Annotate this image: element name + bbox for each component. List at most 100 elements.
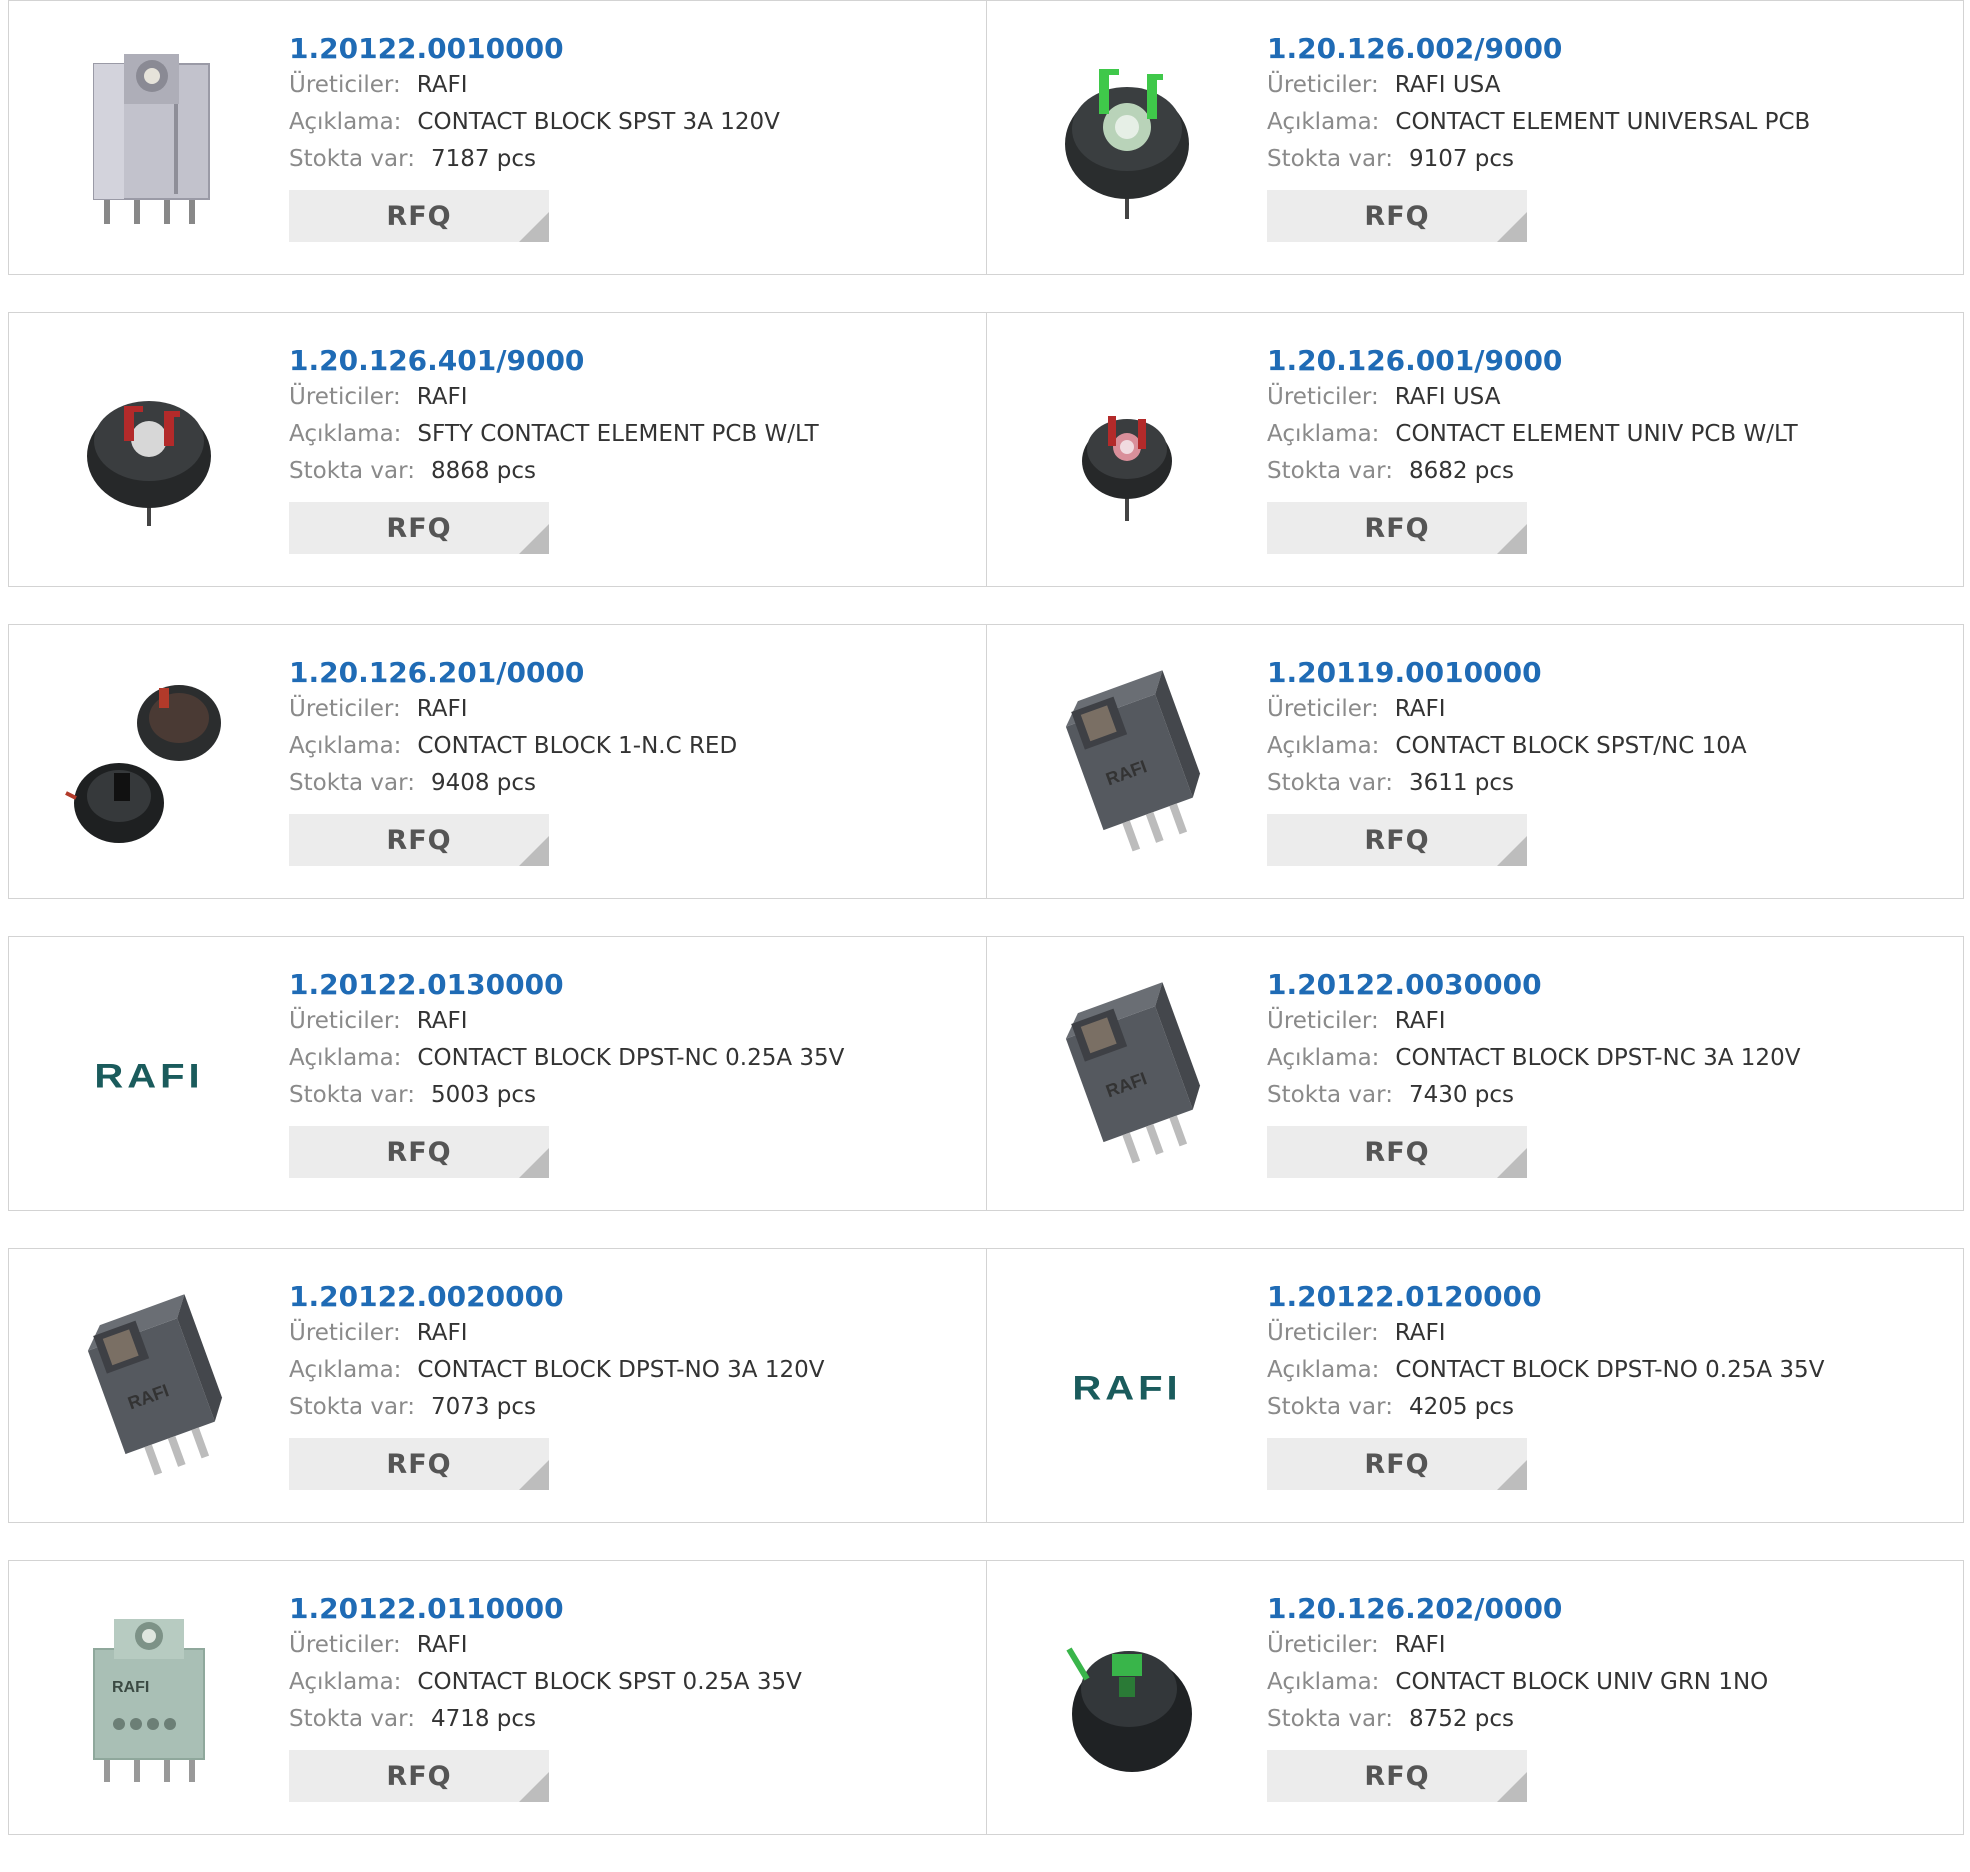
product-image[interactable] (1027, 351, 1227, 551)
rfq-button[interactable]: RFQ (289, 1126, 549, 1178)
product-image[interactable]: RAFI (49, 1599, 249, 1799)
part-number-link[interactable]: 1.20.126.401/9000 (289, 343, 584, 379)
product-image[interactable]: RAFI (49, 975, 249, 1175)
stock-label: Stokta var: (1267, 1394, 1393, 1420)
rfq-label: RFQ (1364, 824, 1430, 856)
stock-value: 4205 pcs (1408, 1394, 1515, 1420)
product-info: 1.20122.0130000 Üreticiler: RAFI Açıklama… (289, 967, 976, 1178)
description-value: CONTACT BLOCK DPST-NC 0.25A 35V (417, 1045, 845, 1071)
manufacturer-value: RAFI USA (1394, 384, 1501, 410)
manufacturer-value: RAFI (1394, 696, 1446, 722)
rfq-label: RFQ (386, 200, 452, 232)
product-info: 1.20.126.002/9000 Üreticiler: RAFI USA Aç… (1267, 31, 1953, 242)
rfq-button[interactable]: RFQ (1267, 814, 1527, 866)
stock-row: Stokta var: 4205 pcs (1267, 1389, 1953, 1426)
product-card: RAFI 1.20119.0010000 Üreticiler: RAFI Açı… (986, 625, 1963, 898)
stock-value: 5003 pcs (430, 1082, 537, 1108)
description-row: Açıklama: CONTACT ELEMENT UNIVERSAL PCB (1267, 104, 1953, 141)
dark-block-icon: RAFI (1042, 668, 1212, 858)
manufacturer-row: Üreticiler: RAFI (1267, 1315, 1953, 1352)
rfq-corner-decoration (1497, 1148, 1527, 1178)
manufacturer-row: Üreticiler: RAFI (289, 67, 976, 104)
product-image[interactable]: RAFI (1027, 663, 1227, 863)
rfq-corner-decoration (519, 1772, 549, 1802)
part-number-link[interactable]: 1.20122.0120000 (1267, 1279, 1542, 1315)
manufacturer-label: Üreticiler: (1267, 1320, 1379, 1346)
part-number-link[interactable]: 1.20122.0110000 (289, 1591, 564, 1627)
round-element-green-icon (1047, 49, 1207, 229)
part-number-link[interactable]: 1.20.126.202/0000 (1267, 1591, 1562, 1627)
description-value: CONTACT BLOCK SPST/NC 10A (1395, 733, 1747, 759)
part-number-link[interactable]: 1.20122.0020000 (289, 1279, 564, 1315)
stock-row: Stokta var: 8682 pcs (1267, 453, 1953, 490)
product-image[interactable] (49, 663, 249, 863)
svg-text:RAFI: RAFI (94, 1056, 203, 1094)
rfq-button[interactable]: RFQ (1267, 190, 1527, 242)
stock-label: Stokta var: (289, 146, 415, 172)
part-number-link[interactable]: 1.20.126.201/0000 (289, 655, 584, 691)
stock-row: Stokta var: 7073 pcs (289, 1389, 976, 1426)
stock-label: Stokta var: (289, 1394, 415, 1420)
product-info: 1.20122.0010000 Üreticiler: RAFI Açıklama… (289, 31, 976, 242)
product-image[interactable] (49, 351, 249, 551)
product-card: RAFI 1.20122.0120000 Üreticiler: RAFI Açı… (986, 1249, 1963, 1522)
rfq-button[interactable]: RFQ (1267, 1126, 1527, 1178)
stock-row: Stokta var: 5003 pcs (289, 1077, 976, 1114)
manufacturer-label: Üreticiler: (289, 1632, 401, 1658)
description-row: Açıklama: CONTACT BLOCK DPST-NO 0.25A 35V (1267, 1352, 1953, 1389)
product-image[interactable] (1027, 1599, 1227, 1799)
description-value: CONTACT BLOCK SPST 3A 120V (417, 109, 780, 135)
rfq-corner-decoration (519, 212, 549, 242)
rfq-button[interactable]: RFQ (289, 1438, 549, 1490)
rfq-corner-decoration (519, 836, 549, 866)
rfq-button[interactable]: RFQ (1267, 502, 1527, 554)
part-number-link[interactable]: 1.20.126.001/9000 (1267, 343, 1562, 379)
stock-value: 8682 pcs (1408, 458, 1515, 484)
rfq-corner-decoration (519, 524, 549, 554)
light-green-block-icon: RAFI (74, 1604, 224, 1794)
description-row: Açıklama: SFTY CONTACT ELEMENT PCB W/LT (289, 416, 976, 453)
product-card: RAFI 1.20122.0110000 Üreticiler: RAFI Açı… (9, 1561, 986, 1834)
product-image[interactable]: RAFI (49, 1287, 249, 1487)
product-info: 1.20.126.401/9000 Üreticiler: RAFI Açıkla… (289, 343, 976, 554)
product-info: 1.20122.0020000 Üreticiler: RAFI Açıklama… (289, 1279, 976, 1490)
rfq-button[interactable]: RFQ (1267, 1750, 1527, 1802)
manufacturer-value: RAFI (1394, 1008, 1446, 1034)
product-row: 1.20.126.201/0000 Üreticiler: RAFI Açıkla… (8, 624, 1964, 899)
stock-row: Stokta var: 8868 pcs (289, 453, 976, 490)
part-number-link[interactable]: 1.20122.0130000 (289, 967, 564, 1003)
description-row: Açıklama: CONTACT BLOCK DPST-NO 3A 120V (289, 1352, 976, 1389)
stock-label: Stokta var: (1267, 770, 1393, 796)
part-number-link[interactable]: 1.20.126.002/9000 (1267, 31, 1562, 67)
rfq-button[interactable]: RFQ (289, 502, 549, 554)
description-row: Açıklama: CONTACT BLOCK DPST-NC 3A 120V (1267, 1040, 1953, 1077)
description-label: Açıklama: (1267, 109, 1380, 135)
stock-label: Stokta var: (289, 458, 415, 484)
part-number-link[interactable]: 1.20122.0030000 (1267, 967, 1542, 1003)
product-card: 1.20.126.201/0000 Üreticiler: RAFI Açıkla… (9, 625, 986, 898)
description-label: Açıklama: (289, 1357, 402, 1383)
part-number-link[interactable]: 1.20122.0010000 (289, 31, 564, 67)
rfq-button[interactable]: RFQ (289, 1750, 549, 1802)
product-card: 1.20.126.202/0000 Üreticiler: RAFI Açıkla… (986, 1561, 1963, 1834)
stock-row: Stokta var: 4718 pcs (289, 1701, 976, 1738)
description-value: SFTY CONTACT ELEMENT PCB W/LT (417, 421, 819, 447)
product-image[interactable] (49, 39, 249, 239)
rfq-button[interactable]: RFQ (289, 190, 549, 242)
round-element-green-small-icon (1047, 1609, 1207, 1789)
product-image[interactable]: RAFI (1027, 1287, 1227, 1487)
stock-value: 3611 pcs (1408, 770, 1515, 796)
stock-row: Stokta var: 3611 pcs (1267, 765, 1953, 802)
manufacturer-row: Üreticiler: RAFI (289, 1315, 976, 1352)
description-label: Açıklama: (1267, 1669, 1380, 1695)
product-image[interactable]: RAFI (1027, 975, 1227, 1175)
rfq-button[interactable]: RFQ (1267, 1438, 1527, 1490)
description-row: Açıklama: CONTACT BLOCK SPST/NC 10A (1267, 728, 1953, 765)
rfq-label: RFQ (386, 512, 452, 544)
rfq-button[interactable]: RFQ (289, 814, 549, 866)
part-number-link[interactable]: 1.20119.0010000 (1267, 655, 1542, 691)
product-card: 1.20.126.401/9000 Üreticiler: RAFI Açıkla… (9, 313, 986, 586)
rfq-corner-decoration (1497, 1460, 1527, 1490)
product-image[interactable] (1027, 39, 1227, 239)
stock-value: 8752 pcs (1408, 1706, 1515, 1732)
